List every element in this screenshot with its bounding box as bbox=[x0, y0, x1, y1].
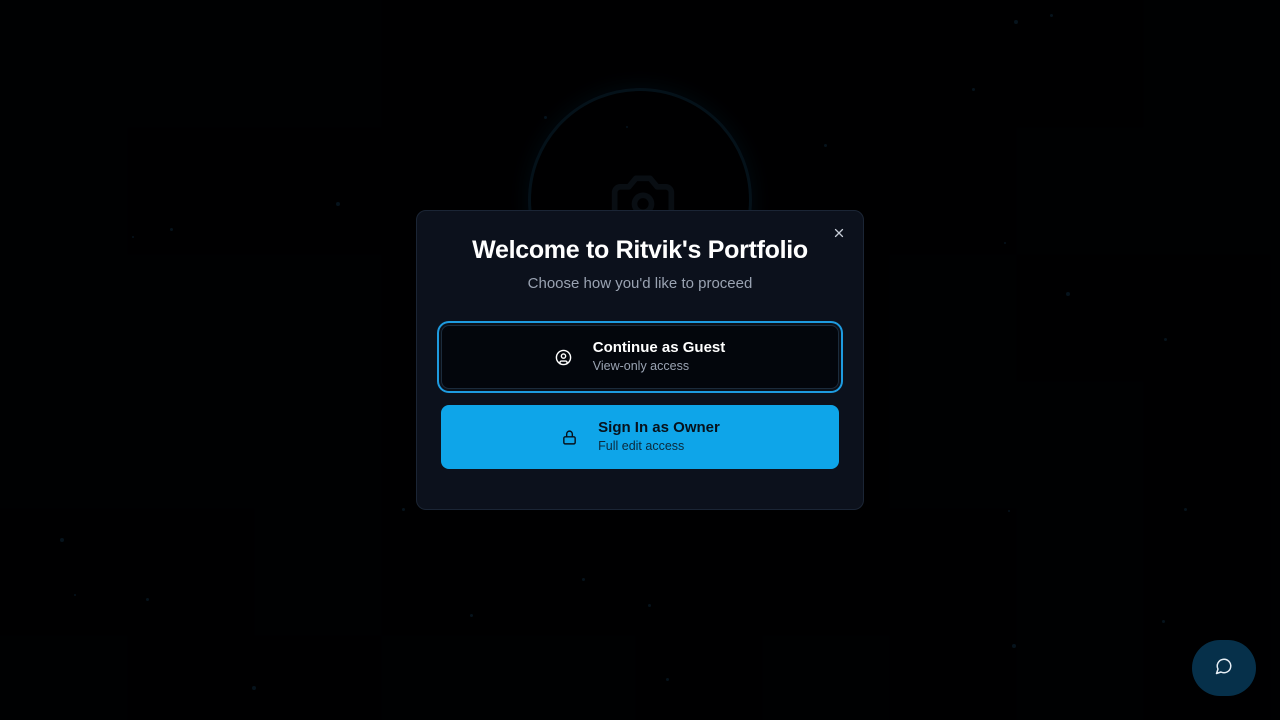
chat-button[interactable] bbox=[1192, 640, 1256, 696]
guest-button-label: Continue as Guest bbox=[592, 339, 726, 356]
guest-button-sublabel: View-only access bbox=[592, 359, 690, 373]
message-circle-icon bbox=[1215, 657, 1233, 680]
owner-button-text: Sign In as Owner Full edit access bbox=[598, 419, 720, 455]
lock-icon bbox=[560, 428, 578, 446]
owner-button-label: Sign In as Owner bbox=[598, 419, 720, 436]
continue-as-guest-button[interactable]: Continue as Guest View-only access bbox=[441, 325, 839, 389]
dialog-subtitle: Choose how you'd like to proceed bbox=[527, 275, 753, 292]
owner-button-sublabel: Full edit access bbox=[598, 439, 685, 453]
guest-button-text: Continue as Guest View-only access bbox=[593, 339, 726, 375]
user-circle-icon bbox=[555, 348, 573, 366]
app-root: Welcome to Ritvik's Portfolio Choose how… bbox=[0, 0, 1280, 720]
sign-in-as-owner-button[interactable]: Sign In as Owner Full edit access bbox=[441, 405, 839, 469]
welcome-dialog: Welcome to Ritvik's Portfolio Choose how… bbox=[416, 210, 864, 510]
dialog-title: Welcome to Ritvik's Portfolio bbox=[472, 236, 808, 264]
